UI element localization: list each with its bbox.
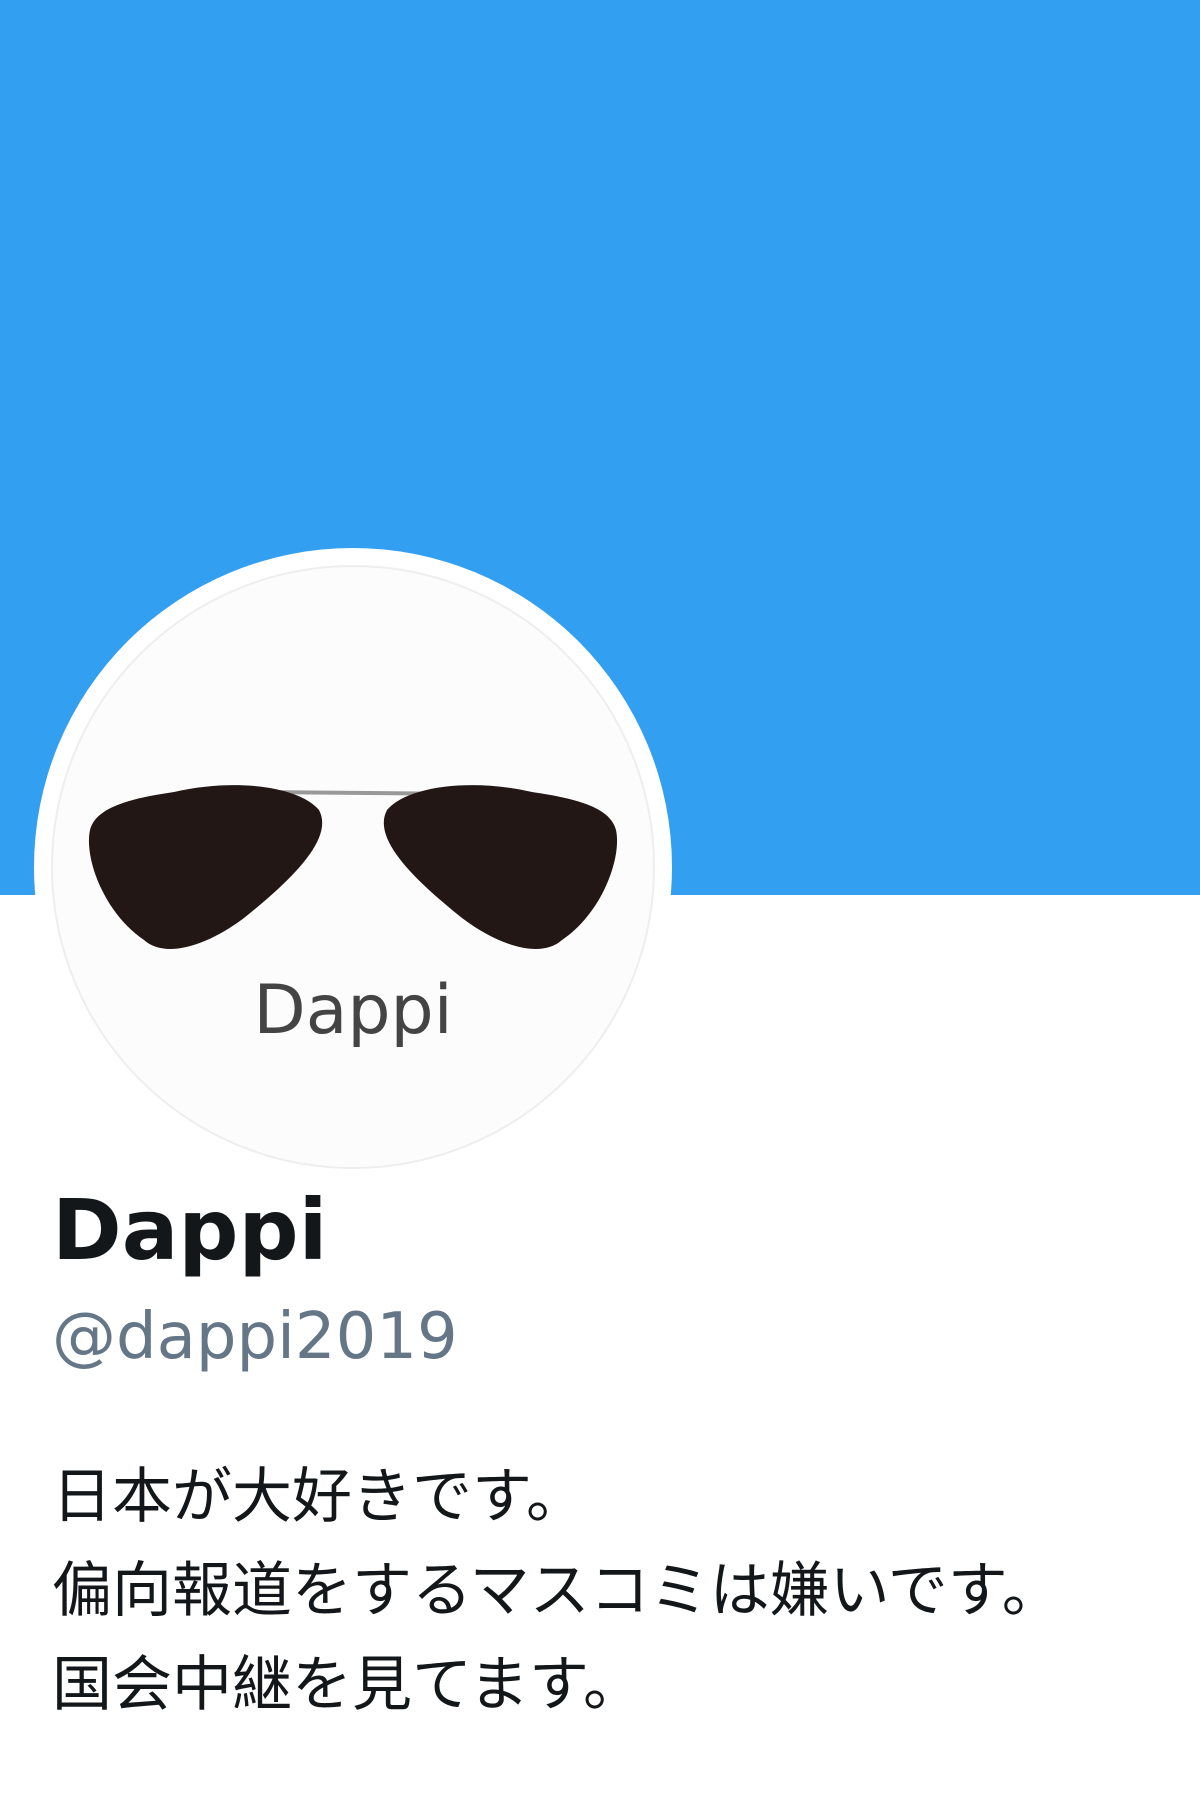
right-lens-icon <box>383 785 618 949</box>
bio-line: 日本が大好きです。 <box>52 1462 586 1532</box>
left-lens-icon <box>88 785 323 949</box>
bio-line: 国会中継を見てます。 <box>52 1650 643 1720</box>
user-handle[interactable]: @dappi2019 <box>52 1305 458 1369</box>
display-name: Dappi <box>52 1181 328 1279</box>
sunglasses-icon <box>88 785 618 949</box>
profile-bio: 日本が大好きです。 偏向報道をするマスコミは嫌いです。 国会中継を見てます。 <box>52 1450 1192 1732</box>
avatar-logo-text: Dappi <box>253 971 453 1050</box>
avatar[interactable] <box>34 548 672 1186</box>
bio-line: 偏向報道をするマスコミは嫌いです。 <box>52 1556 1062 1626</box>
